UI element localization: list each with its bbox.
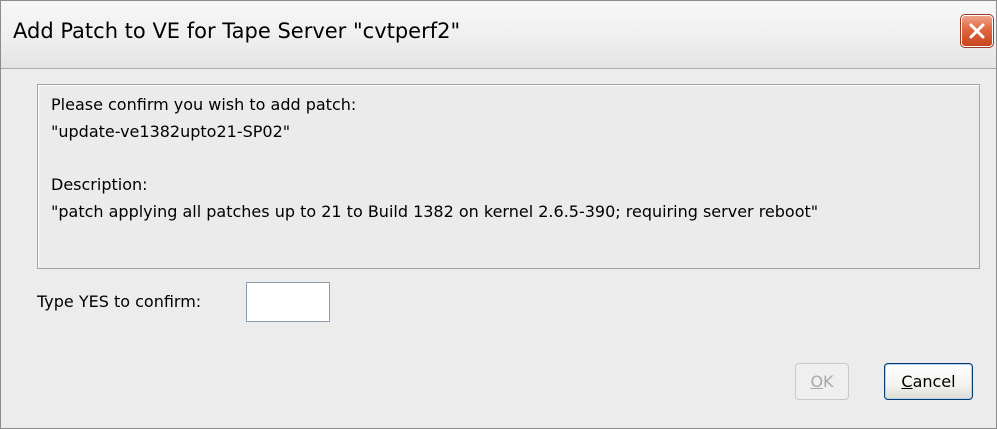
- ok-button[interactable]: OK: [795, 363, 849, 400]
- title-bar[interactable]: Add Patch to VE for Tape Server "cvtperf…: [1, 1, 996, 69]
- close-button[interactable]: [960, 14, 994, 48]
- close-icon: [969, 23, 985, 39]
- cancel-button[interactable]: Cancel: [884, 363, 973, 400]
- cancel-label: ancel: [912, 372, 956, 391]
- description-label: Description:: [51, 175, 148, 194]
- cancel-mnemonic: C: [901, 372, 913, 391]
- description-text: "patch applying all patches up to 21 to …: [51, 202, 819, 221]
- dialog-window: Add Patch to VE for Tape Server "cvtperf…: [0, 0, 997, 429]
- message-panel: Please confirm you wish to add patch: "u…: [37, 84, 980, 269]
- confirm-message: Please confirm you wish to add patch:: [51, 95, 357, 114]
- dialog-title: Add Patch to VE for Tape Server "cvtperf…: [13, 19, 461, 43]
- confirm-label: Type YES to confirm:: [37, 292, 202, 311]
- confirm-input[interactable]: [246, 282, 330, 322]
- ok-mnemonic: O: [810, 372, 824, 391]
- patch-name: "update-ve1382upto21-SP02": [51, 122, 291, 141]
- ok-label: K: [823, 372, 834, 391]
